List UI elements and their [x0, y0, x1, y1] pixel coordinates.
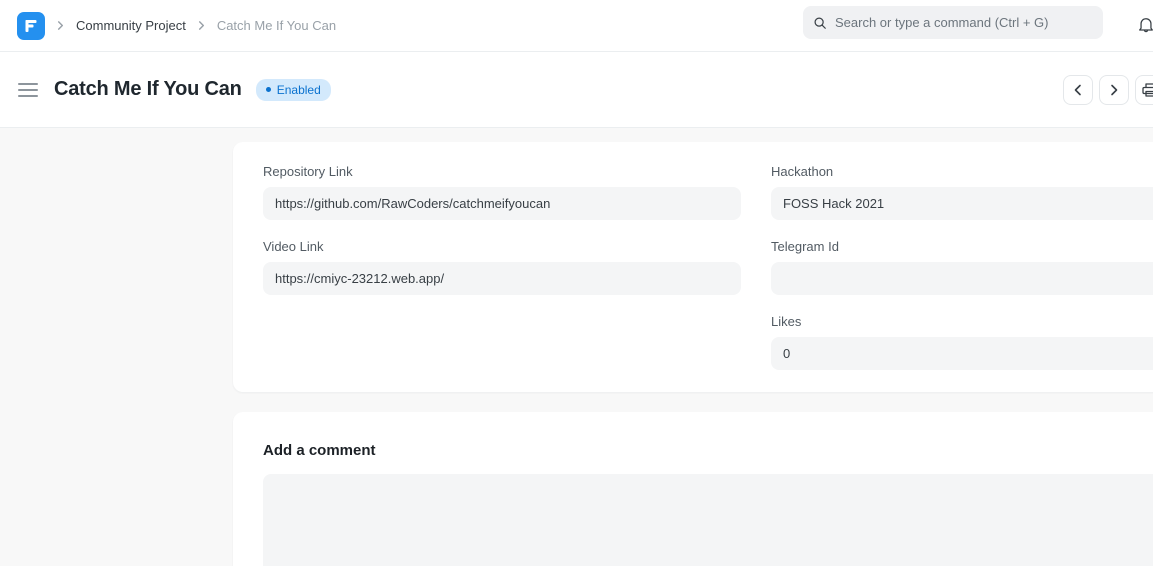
breadcrumb-item-community-project[interactable]: Community Project	[76, 18, 186, 33]
search-input[interactable]	[835, 15, 1093, 30]
page-head: Catch Me If You Can Enabled	[0, 52, 1153, 128]
hackathon-input[interactable]	[771, 187, 1153, 220]
navbar: Community Project Catch Me If You Can	[0, 0, 1153, 52]
notifications-button[interactable]	[1133, 12, 1153, 38]
field-label: Video Link	[263, 239, 741, 254]
print-button[interactable]	[1135, 75, 1153, 105]
breadcrumb: Community Project Catch Me If You Can	[17, 0, 336, 51]
status-badge-label: Enabled	[277, 83, 321, 97]
hamburger-icon	[18, 83, 38, 85]
chevron-left-icon	[1073, 84, 1083, 96]
status-dot-icon	[266, 87, 271, 92]
sidebar-toggle-button[interactable]	[18, 83, 38, 97]
field-hackathon: Hackathon	[771, 164, 1153, 220]
bell-icon	[1137, 16, 1153, 34]
chevron-right-icon	[56, 21, 65, 30]
comment-section-card: Add a comment	[233, 412, 1153, 566]
form-column-1: Repository Link Video Link	[263, 164, 741, 389]
field-label: Repository Link	[263, 164, 741, 179]
app-logo[interactable]	[17, 12, 45, 40]
video-link-input[interactable]	[263, 262, 741, 295]
chevron-right-icon	[1109, 84, 1119, 96]
next-document-button[interactable]	[1099, 75, 1129, 105]
chevron-right-icon	[197, 21, 206, 30]
field-repository-link: Repository Link	[263, 164, 741, 220]
field-likes: Likes	[771, 314, 1153, 370]
field-telegram-id: Telegram Id	[771, 239, 1153, 295]
add-comment-heading: Add a comment	[263, 442, 1153, 459]
frappe-logo-icon	[23, 18, 39, 34]
search-icon	[813, 16, 827, 30]
breadcrumb-item-current[interactable]: Catch Me If You Can	[217, 18, 336, 33]
form-column-2: Hackathon Telegram Id Likes	[771, 164, 1153, 389]
comment-input[interactable]	[263, 474, 1153, 566]
field-label: Hackathon	[771, 164, 1153, 179]
printer-icon	[1142, 83, 1153, 97]
field-video-link: Video Link	[263, 239, 741, 295]
previous-document-button[interactable]	[1063, 75, 1093, 105]
likes-input[interactable]	[771, 337, 1153, 370]
field-label: Likes	[771, 314, 1153, 329]
status-badge: Enabled	[256, 79, 331, 101]
global-search[interactable]	[803, 6, 1103, 39]
repository-link-input[interactable]	[263, 187, 741, 220]
app-window: Community Project Catch Me If You Can	[0, 0, 1153, 566]
field-label: Telegram Id	[771, 239, 1153, 254]
telegram-id-input[interactable]	[771, 262, 1153, 295]
form-section-card: Repository Link Video Link Hackathon Tel…	[233, 142, 1153, 392]
page-title: Catch Me If You Can	[54, 78, 242, 101]
